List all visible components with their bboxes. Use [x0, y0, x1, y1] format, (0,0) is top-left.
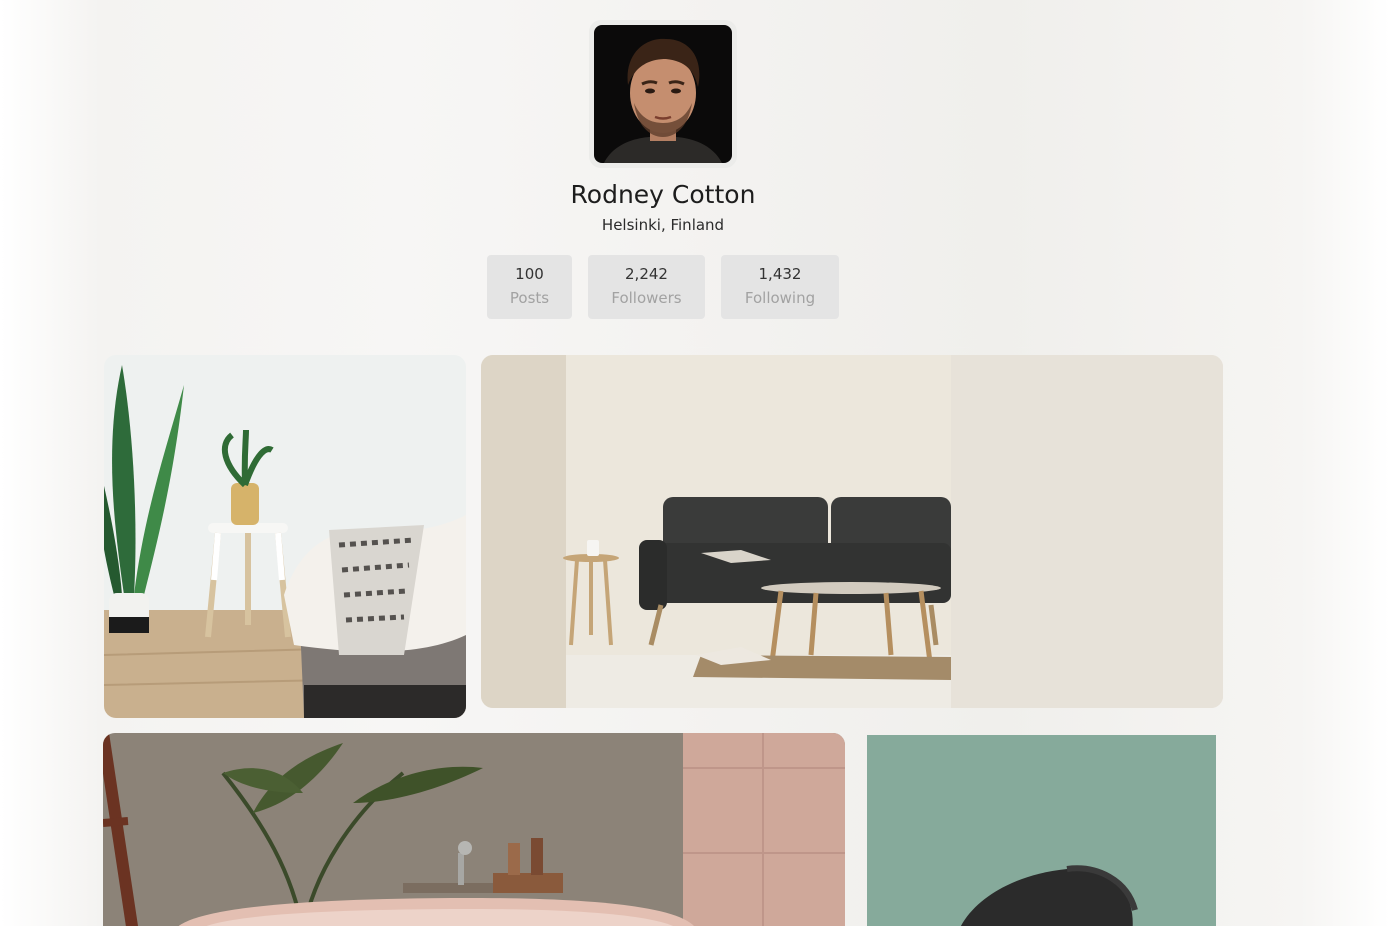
profile-location: Helsinki, Finland [601, 216, 725, 234]
stat-following-value: 1,432 [758, 265, 802, 283]
avatar [594, 25, 732, 163]
stat-posts[interactable]: 100 Posts [487, 255, 572, 319]
stat-followers-value: 2,242 [625, 265, 668, 283]
bathroom-photo [103, 733, 845, 926]
bedroom-photo [104, 355, 466, 718]
stat-following-label: Following [744, 289, 816, 307]
stat-posts-value: 100 [515, 265, 544, 283]
stat-posts-label: Posts [509, 289, 550, 307]
gallery-photo-bathroom[interactable] [103, 733, 845, 926]
gallery-photo-bedroom[interactable] [104, 355, 466, 718]
stat-followers-label: Followers [611, 289, 682, 307]
green-wall-photo [867, 735, 1216, 926]
stat-following[interactable]: 1,432 Following [721, 255, 839, 319]
gallery-photo-green-wall[interactable] [867, 735, 1216, 926]
profile-avatar-frame[interactable] [589, 20, 737, 168]
gallery-photo-living-room[interactable] [481, 355, 1223, 708]
living-room-photo [481, 355, 1223, 708]
stat-followers[interactable]: 2,242 Followers [588, 255, 705, 319]
profile-name: Rodney Cotton [570, 180, 756, 209]
